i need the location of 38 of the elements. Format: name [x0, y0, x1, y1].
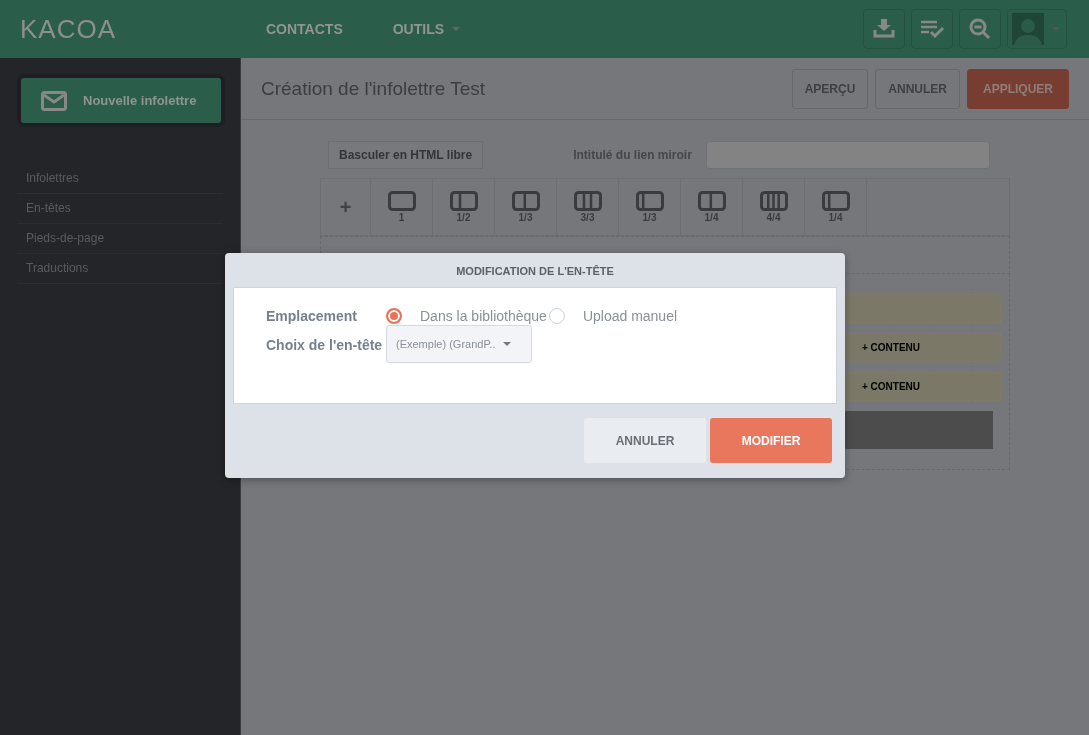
add-content-label[interactable]: + CONTENU — [861, 381, 920, 392]
page-title: Création de l'infolettre Test — [261, 77, 486, 100]
toolbar-button[interactable]: APERÇU — [791, 68, 869, 109]
user-menu-button[interactable] — [1007, 9, 1067, 49]
caret-icon — [503, 342, 512, 346]
layout-icon — [821, 191, 850, 211]
checklist-icon — [920, 19, 944, 39]
download-icon — [873, 19, 895, 39]
modify-button[interactable]: MODIFIER — [710, 418, 832, 463]
layout-icon — [697, 191, 726, 211]
layout-icon — [759, 191, 788, 211]
radio-button[interactable] — [548, 308, 565, 324]
caret-icon — [1052, 27, 1060, 31]
layout-icon — [449, 191, 478, 211]
field-label: Emplacement — [266, 308, 359, 324]
checklist-button[interactable] — [911, 9, 953, 49]
avatar-icon — [1012, 13, 1044, 45]
zoom-out-button[interactable] — [959, 9, 1001, 49]
radio-option[interactable]: Upload manuel — [548, 308, 678, 324]
html-toggle-button[interactable]: Basculer en HTML libre — [328, 141, 484, 169]
layout-icon — [511, 191, 540, 211]
header-select[interactable]: (Exemple) (GrandP.. — [386, 325, 532, 363]
apply-button[interactable]: APPLIQUER — [967, 68, 1069, 109]
add-content-label[interactable]: + CONTENU — [861, 342, 920, 353]
envelope-icon — [41, 90, 67, 111]
nav-item[interactable]: CONTACTS — [266, 21, 343, 37]
toolbar-button[interactable]: ANNULER — [875, 68, 960, 109]
cancel-button[interactable]: ANNULER — [584, 418, 706, 463]
field-label: Choix de l'en-tête — [266, 336, 384, 353]
logo[interactable]: KACOA — [20, 13, 117, 44]
nav-item[interactable]: OUTILS — [392, 21, 461, 37]
download-button[interactable] — [863, 9, 905, 49]
zoom-out-icon — [969, 18, 991, 40]
radio-button[interactable] — [386, 308, 402, 324]
modal-title: MODIFICATION DE L'EN-TÊTE — [456, 264, 614, 279]
layout-icon — [573, 191, 602, 211]
layout-icon — [387, 191, 416, 211]
layout-icon — [635, 191, 664, 211]
